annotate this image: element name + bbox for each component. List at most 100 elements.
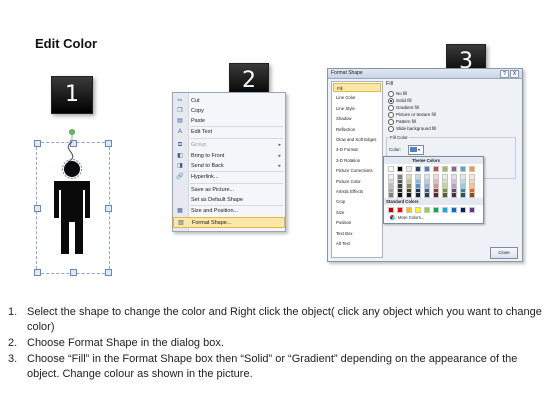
color-swatch[interactable] [433, 166, 439, 172]
category-item[interactable]: Picture Color [333, 177, 381, 186]
color-swatch[interactable] [415, 207, 421, 213]
color-swatch[interactable] [460, 207, 466, 213]
category-item[interactable]: Position [333, 218, 381, 227]
instruction-number: 1. [8, 306, 18, 318]
group-icon: ⧉ [177, 142, 183, 148]
fill-color-group-label: Fill Color [389, 134, 409, 141]
color-swatch[interactable] [415, 166, 421, 172]
color-swatch[interactable] [469, 166, 475, 172]
color-swatch[interactable] [433, 192, 439, 199]
radio-button[interactable] [388, 104, 394, 111]
color-picker-button[interactable]: ▾ [408, 145, 424, 155]
person-shape-icon[interactable] [30, 126, 114, 276]
color-swatch[interactable] [469, 207, 475, 213]
radio-button[interactable] [388, 125, 394, 132]
category-item[interactable]: Line Color [333, 93, 381, 102]
category-item[interactable]: Artistic Effects [333, 187, 381, 196]
color-swatch[interactable] [388, 166, 394, 172]
category-item[interactable]: Line Style [333, 104, 381, 113]
menu-item-edit-text[interactable]: A Edit Text [173, 127, 285, 138]
fill-option-label: Pattern fill [396, 119, 417, 124]
fill-option[interactable]: Solid fill [388, 97, 412, 104]
color-label: Color: [389, 147, 402, 152]
category-item[interactable]: 3-D Format [333, 145, 381, 154]
category-item[interactable]: Fill [333, 83, 381, 92]
color-swatch[interactable] [424, 207, 430, 213]
instruction-item: 2. Choose Format Shape in the dialog box. [8, 336, 552, 351]
size-position-icon: ▦ [177, 208, 183, 214]
default-shape-icon [176, 197, 184, 204]
color-swatch[interactable] [442, 207, 448, 213]
fill-option[interactable]: Slide background fill [388, 125, 436, 132]
menu-item-size-and-position[interactable]: ▦ Size and Position... [173, 206, 285, 217]
category-item[interactable]: Reflection [333, 125, 381, 134]
color-swatch[interactable] [460, 166, 466, 172]
color-swatch[interactable] [406, 166, 412, 172]
color-swatch[interactable] [442, 166, 448, 172]
fill-option-label: Solid fill [396, 98, 412, 103]
dialog-titlebar[interactable]: Format Shape ? X [328, 69, 522, 79]
close-button[interactable]: Close [490, 247, 518, 259]
category-item[interactable]: Picture Corrections [333, 166, 381, 175]
chevron-right-icon: ▸ [278, 142, 281, 148]
page-title: Edit Color [35, 36, 98, 51]
menu-separator [190, 183, 283, 184]
color-swatch[interactable] [469, 192, 475, 199]
color-swatch[interactable] [397, 207, 403, 213]
category-item[interactable]: 3-D Rotation [333, 156, 381, 165]
color-swatch[interactable] [406, 207, 412, 213]
save-picture-icon [176, 187, 184, 194]
instruction-item: 3. Choose “Fill” in the Format Shape box … [8, 352, 552, 382]
hyperlink-icon: 🔗 [176, 174, 184, 180]
color-swatch[interactable] [451, 166, 457, 172]
color-swatch[interactable] [460, 192, 466, 199]
more-colors-link[interactable]: More Colors... [398, 214, 424, 221]
color-swatch[interactable] [388, 192, 394, 199]
color-swatch[interactable] [424, 166, 430, 172]
color-swatch[interactable] [415, 192, 421, 199]
current-color-swatch [410, 147, 417, 152]
fill-option[interactable]: Gradient fill [388, 104, 419, 111]
fill-option[interactable]: Pattern fill [388, 118, 416, 125]
menu-item-label: Size and Position... [191, 208, 239, 214]
color-swatch[interactable] [406, 192, 412, 199]
color-swatch[interactable] [442, 192, 448, 199]
menu-separator [190, 126, 283, 127]
color-swatch[interactable] [451, 192, 457, 199]
fill-option[interactable]: Picture or texture fill [388, 111, 436, 118]
close-icon[interactable]: X [510, 70, 519, 78]
menu-item-format-shape[interactable]: ▧ Format Shape... [173, 217, 285, 228]
category-item[interactable]: Text Box [333, 229, 381, 238]
step-badge-1: 1 [51, 76, 93, 114]
category-item[interactable]: Alt Text [333, 239, 381, 248]
category-item[interactable]: Shadow [333, 114, 381, 123]
instruction-text: Select the shape to change the color and… [27, 306, 542, 333]
color-swatch[interactable] [388, 207, 394, 213]
color-swatch[interactable] [424, 192, 430, 199]
menu-item-hyperlink[interactable]: 🔗 Hyperlink... [173, 172, 285, 183]
color-swatch[interactable] [397, 192, 403, 199]
fill-option[interactable]: No fill [388, 90, 407, 97]
radio-button[interactable] [388, 111, 394, 118]
radio-button[interactable] [388, 118, 394, 125]
edit-text-icon: A [177, 129, 182, 135]
radio-button[interactable] [388, 97, 394, 104]
scissors-icon: ✂ [177, 98, 183, 104]
category-item[interactable]: Size [333, 208, 381, 217]
send-to-back-icon: ◨ [177, 163, 183, 169]
menu-separator [190, 171, 283, 172]
color-swatch[interactable] [397, 166, 403, 172]
radio-button[interactable] [388, 90, 394, 97]
help-button[interactable]: ? [500, 70, 509, 78]
menu-item-label: Hyperlink... [191, 174, 219, 180]
category-item[interactable]: Crop [333, 197, 381, 206]
instruction-text: Choose Format Shape in the dialog box. [27, 337, 224, 349]
color-swatch[interactable] [433, 207, 439, 213]
color-swatch[interactable] [451, 207, 457, 213]
category-item[interactable]: Glow and Soft Edges [333, 135, 381, 144]
menu-item-group[interactable]: ⧉ Group ▸ [173, 140, 285, 151]
menu-item-label: Group [191, 142, 207, 148]
dialog-title: Format Shape [331, 70, 363, 76]
instruction-number: 2. [8, 337, 18, 349]
context-menu: ✂ Cut ❐ Copy ▤ Paste A Edit Text ⧉ Group ▸ ◧ Bring t… [172, 92, 286, 232]
